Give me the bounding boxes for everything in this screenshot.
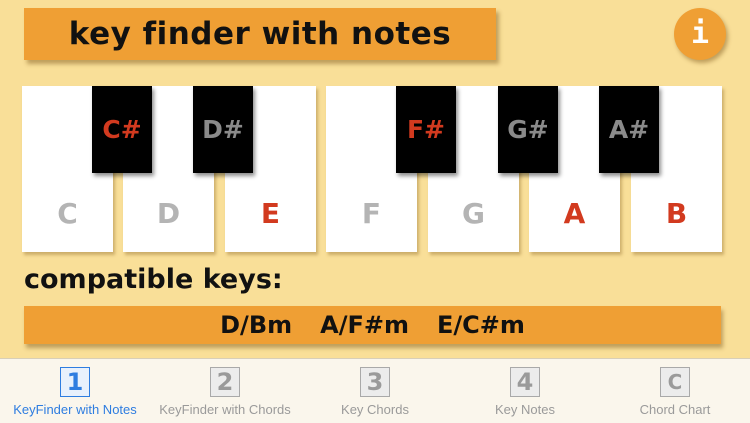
tab-keyfinder-chords[interactable]: 2 KeyFinder with Chords (150, 359, 300, 423)
note-label: C# (102, 115, 142, 144)
black-key-g-sharp[interactable]: G# (498, 86, 558, 173)
compatible-key: A/F#m (320, 311, 409, 339)
black-key-d-sharp[interactable]: D# (193, 86, 253, 173)
note-label: F (361, 197, 382, 230)
note-label: C (57, 197, 78, 230)
compatible-key: D/Bm (220, 311, 293, 339)
tab-label: KeyFinder with Chords (159, 402, 291, 417)
black-key-f-sharp[interactable]: F# (396, 86, 456, 173)
note-label: A (563, 197, 586, 230)
title-banner: key finder with notes (24, 8, 496, 60)
black-key-c-sharp[interactable]: C# (92, 86, 152, 173)
info-button[interactable]: i (674, 8, 726, 60)
number-1-icon: 1 (60, 367, 90, 397)
tab-keyfinder-notes[interactable]: 1 KeyFinder with Notes (0, 359, 150, 423)
black-key-a-sharp[interactable]: A# (599, 86, 659, 173)
tab-key-chords[interactable]: 3 Key Chords (300, 359, 450, 423)
tab-label: Chord Chart (639, 402, 711, 417)
compatible-keys-bar: D/Bm A/F#m E/C#m (24, 306, 721, 344)
compatible-key: E/C#m (436, 311, 525, 339)
tab-bar: 1 KeyFinder with Notes 2 KeyFinder with … (0, 358, 750, 423)
tab-chord-chart[interactable]: C Chord Chart (600, 359, 750, 423)
tab-label: Key Chords (341, 402, 409, 417)
number-2-icon: 2 (210, 367, 240, 397)
info-icon: i (690, 16, 710, 51)
note-label: A# (608, 115, 650, 144)
note-label: E (260, 197, 281, 230)
page-title: key finder with notes (68, 16, 452, 52)
tab-label: Key Notes (495, 402, 555, 417)
number-3-icon: 3 (360, 367, 390, 397)
compatible-keys-heading: compatible keys: (24, 264, 283, 295)
note-label: G (462, 197, 485, 230)
note-label: F# (406, 115, 446, 144)
note-label: G# (507, 115, 549, 144)
letter-c-icon: C (660, 367, 690, 397)
number-4-icon: 4 (510, 367, 540, 397)
note-label: D (156, 197, 181, 230)
note-label: B (665, 197, 688, 230)
piano-keyboard: C D E F G A B C# D# F# G# A# (22, 86, 722, 252)
tab-label: KeyFinder with Notes (13, 402, 137, 417)
tab-key-notes[interactable]: 4 Key Notes (450, 359, 600, 423)
note-label: D# (202, 115, 244, 144)
